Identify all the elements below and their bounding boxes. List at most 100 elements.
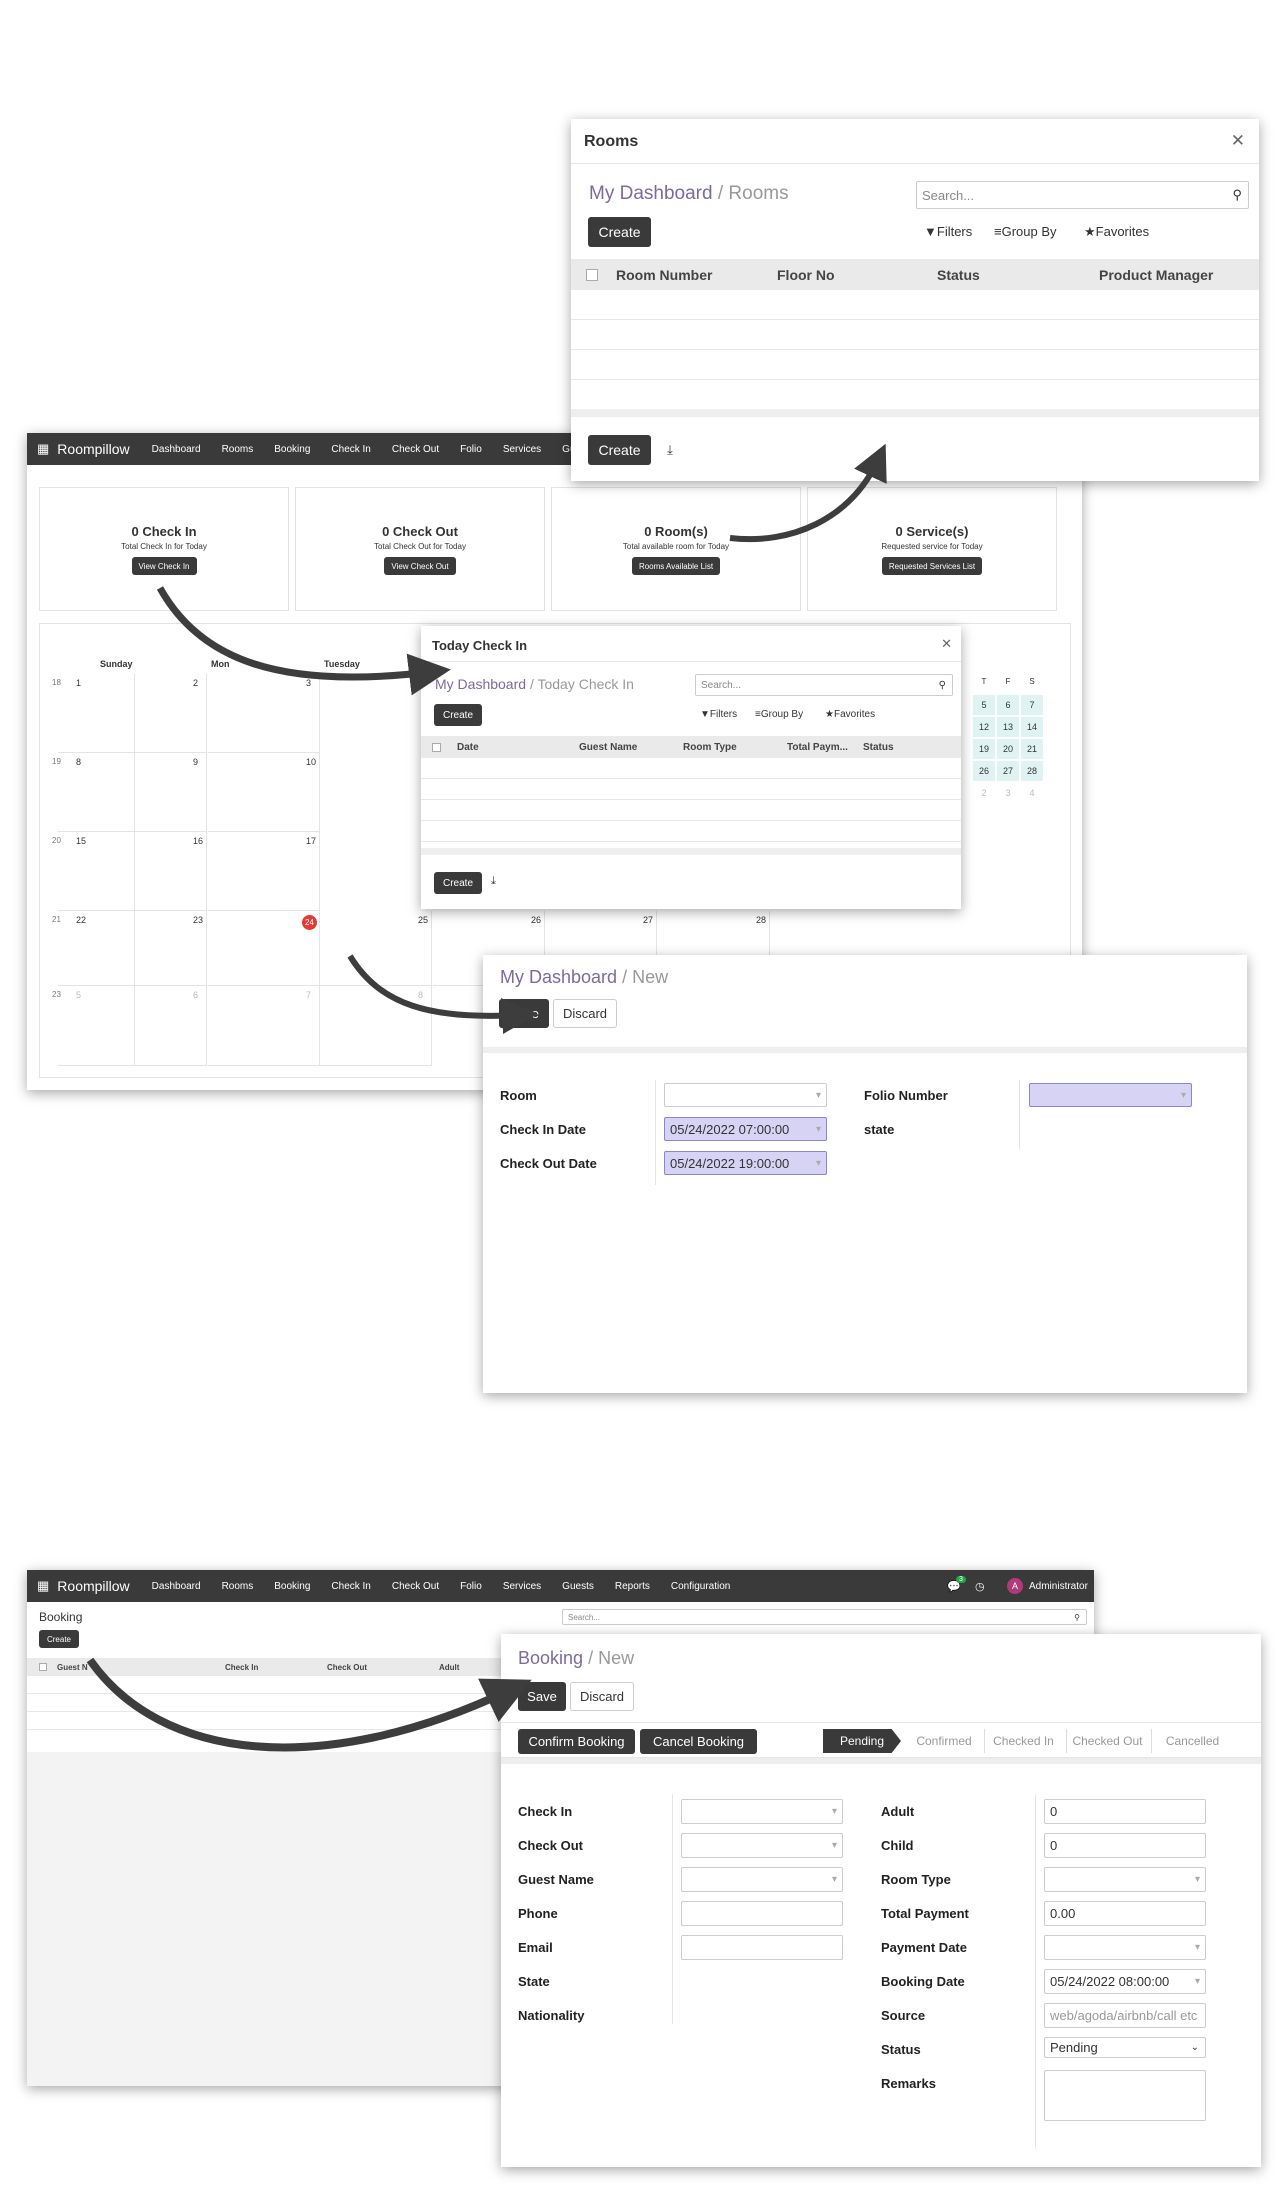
col-room-number[interactable]: Room Number <box>616 267 712 283</box>
requested-services-list-button[interactable]: Requested Services List <box>881 557 983 575</box>
nav-folio[interactable]: Folio <box>460 444 482 455</box>
mini-cal-day[interactable]: 20 <box>997 739 1019 759</box>
close-icon[interactable]: ✕ <box>1231 131 1245 151</box>
col-adult[interactable]: Adult <box>439 1663 459 1672</box>
room-select[interactable] <box>664 1083 827 1107</box>
mini-cal-day[interactable]: 4 <box>1021 783 1043 803</box>
col-floor-no[interactable]: Floor No <box>777 267 835 283</box>
mini-cal-day[interactable]: 14 <box>1021 717 1043 737</box>
select-all-checkbox[interactable] <box>432 742 441 752</box>
source-field[interactable]: web/agoda/airbnb/call etc <box>1044 2003 1206 2028</box>
close-icon[interactable]: ✕ <box>941 636 952 652</box>
filters-button[interactable]: ▼Filters <box>924 224 972 239</box>
check-out-date-field[interactable]: 05/24/2022 19:00:00 <box>664 1151 827 1175</box>
mini-cal-day[interactable]: 26 <box>973 761 995 781</box>
nav-dashboard[interactable]: Dashboard <box>152 444 201 455</box>
create-button[interactable]: Create <box>39 1630 79 1648</box>
clock-icon[interactable]: ◷ <box>975 1580 985 1593</box>
calendar-day-cell[interactable] <box>208 986 320 1066</box>
col-status[interactable]: Status <box>937 267 980 283</box>
mini-cal-day[interactable]: 3 <box>997 783 1019 803</box>
stage-cancelled[interactable]: Cancelled <box>1151 1729 1233 1753</box>
col-guest-name[interactable]: Guest N <box>57 1663 88 1672</box>
nav-check-out[interactable]: Check Out <box>392 444 439 455</box>
filters-button[interactable]: ▼Filters <box>700 709 737 720</box>
check-in-select[interactable] <box>681 1799 843 1824</box>
col-guest-name[interactable]: Guest Name <box>579 742 637 753</box>
col-total-payment[interactable]: Total Paym... <box>787 742 848 753</box>
remarks-field[interactable] <box>1044 2070 1206 2121</box>
email-field[interactable] <box>681 1935 843 1960</box>
footer-create-button[interactable]: Create <box>434 872 482 894</box>
download-icon[interactable]: ⤓ <box>656 435 684 465</box>
mini-cal-day[interactable]: 27 <box>997 761 1019 781</box>
search-icon[interactable]: ⚲ <box>1232 187 1242 203</box>
booking-date-field[interactable]: 05/24/2022 08:00:00 <box>1044 1969 1206 1994</box>
save-button[interactable]: Save <box>499 999 549 1028</box>
col-room-type[interactable]: Room Type <box>683 742 737 753</box>
cancel-booking-button[interactable]: Cancel Booking <box>640 1729 757 1754</box>
search-input[interactable]: Search... ⚲ <box>562 1609 1087 1625</box>
nav-booking[interactable]: Booking <box>274 1581 310 1592</box>
select-all-checkbox[interactable] <box>586 268 598 281</box>
favorites-button[interactable]: ★Favorites <box>825 709 875 720</box>
search-icon[interactable]: ⚲ <box>1074 1613 1080 1622</box>
calendar-day-cell[interactable] <box>320 986 432 1066</box>
nav-guests[interactable]: Guests <box>562 1581 594 1592</box>
mini-cal-day[interactable]: 19 <box>973 739 995 759</box>
calendar-day-cell[interactable] <box>208 832 320 911</box>
save-button[interactable]: Save <box>518 1682 566 1711</box>
calendar-day-cell[interactable] <box>95 753 207 832</box>
search-input[interactable]: Search... ⚲ <box>695 674 953 696</box>
guest-name-select[interactable] <box>681 1867 843 1892</box>
calendar-day-cell[interactable] <box>95 674 207 753</box>
stage-checked-out[interactable]: Checked Out <box>1066 1729 1148 1753</box>
mini-cal-day[interactable]: 6 <box>997 695 1019 715</box>
mini-cal-day[interactable]: 28 <box>1021 761 1043 781</box>
mini-cal-day[interactable]: 7 <box>1021 695 1043 715</box>
nav-services[interactable]: Services <box>503 1581 541 1592</box>
phone-field[interactable] <box>681 1901 843 1926</box>
group-by-button[interactable]: ≡Group By <box>994 224 1057 239</box>
apps-grid-icon[interactable]: ▦ <box>37 1578 49 1594</box>
payment-date-field[interactable] <box>1044 1935 1206 1960</box>
check-in-date-field[interactable]: 05/24/2022 07:00:00 <box>664 1117 827 1141</box>
stage-checked-in[interactable]: Checked In <box>984 1729 1062 1753</box>
breadcrumb-booking[interactable]: Booking <box>518 1648 583 1668</box>
col-product-manager[interactable]: Product Manager <box>1099 267 1213 283</box>
calendar-day-cell[interactable] <box>208 753 320 832</box>
apps-grid-icon[interactable]: ▦ <box>37 441 49 457</box>
nav-rooms[interactable]: Rooms <box>222 444 254 455</box>
group-by-button[interactable]: ≡Group By <box>755 709 803 720</box>
mini-cal-day[interactable]: 2 <box>973 783 995 803</box>
check-out-select[interactable] <box>681 1833 843 1858</box>
mini-cal-day[interactable]: 13 <box>997 717 1019 737</box>
stage-pending[interactable]: Pending <box>823 1729 901 1753</box>
breadcrumb-dashboard[interactable]: My Dashboard <box>500 967 617 987</box>
calendar-day-cell[interactable] <box>95 911 207 986</box>
nav-booking[interactable]: Booking <box>274 444 310 455</box>
favorites-button[interactable]: ★Favorites <box>1084 224 1149 240</box>
nav-services[interactable]: Services <box>503 444 541 455</box>
calendar-day-cell[interactable] <box>95 832 207 911</box>
avatar[interactable]: A <box>1007 1578 1023 1594</box>
download-icon[interactable]: ⤓ <box>491 875 496 888</box>
nav-dashboard[interactable]: Dashboard <box>152 1581 201 1592</box>
view-check-in-button[interactable]: View Check In <box>131 557 197 575</box>
folio-number-select[interactable] <box>1029 1083 1192 1107</box>
mini-cal-day[interactable]: 12 <box>973 717 995 737</box>
select-all-checkbox[interactable] <box>39 1663 47 1671</box>
nav-check-out[interactable]: Check Out <box>392 1581 439 1592</box>
create-button[interactable]: Create <box>434 704 482 726</box>
nav-check-in[interactable]: Check In <box>331 444 370 455</box>
col-status[interactable]: Status <box>863 742 894 753</box>
total-payment-field[interactable]: 0.00 <box>1044 1901 1206 1926</box>
calendar-day-cell[interactable] <box>95 986 207 1066</box>
col-check-out[interactable]: Check Out <box>327 1663 367 1672</box>
rooms-available-list-button[interactable]: Rooms Available List <box>631 557 721 575</box>
footer-create-button[interactable]: Create <box>588 435 651 465</box>
adult-field[interactable]: 0 <box>1044 1799 1206 1824</box>
room-type-select[interactable] <box>1044 1867 1206 1892</box>
search-icon[interactable]: ⚲ <box>939 680 946 691</box>
mini-cal-day[interactable]: 21 <box>1021 739 1043 759</box>
